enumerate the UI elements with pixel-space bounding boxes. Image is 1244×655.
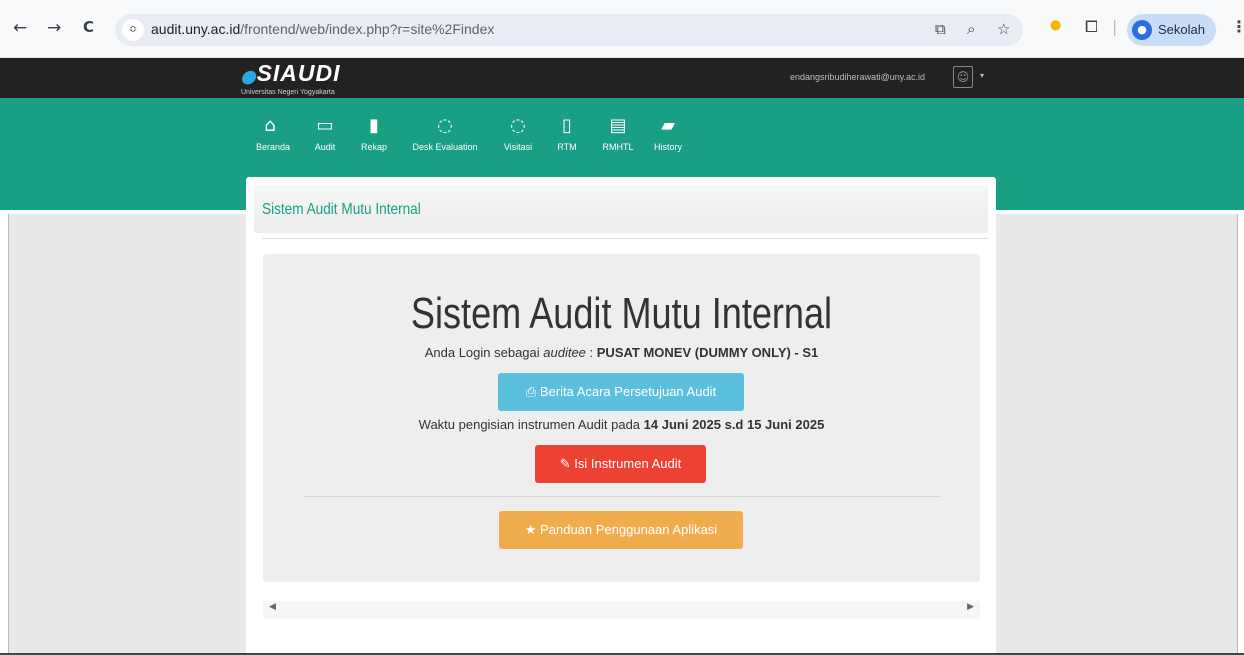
comment-icon: ◌ <box>437 115 453 136</box>
bookmark-star-icon[interactable]: ☆ <box>997 20 1010 38</box>
monitor-icon: ▭ <box>316 115 334 136</box>
jumbotron: Sistem Audit Mutu Internal Anda Login se… <box>263 254 980 582</box>
menu-item-desk-evaluation[interactable]: ◌ Desk Evaluation <box>409 115 481 153</box>
jumbotron-title: Sistem Audit Mutu Internal <box>410 289 833 338</box>
browser-toolbar: ← → C ≎ audit.uny.ac.id/frontend/web/ind… <box>0 0 1244 58</box>
url-path: /frontend/web/index.php?r=site%2Findex <box>240 21 495 37</box>
menu-item-history[interactable]: ▰ History <box>651 115 685 153</box>
profile-button[interactable]: ● Sekolah <box>1127 14 1216 46</box>
list-icon: ▤ <box>609 115 627 136</box>
address-bar[interactable]: ≎ audit.uny.ac.id/frontend/web/index.php… <box>115 14 1023 46</box>
folder-open-icon: ▰ <box>661 115 675 136</box>
berita-acara-label: Berita Acara Persetujuan Audit <box>539 384 717 399</box>
logo-subtitle: Universitas Negeri Yogyakarta <box>241 89 335 96</box>
waktu-prefix: Waktu pengisian instrumen Audit pada <box>418 417 644 432</box>
menu-label: Visitasi <box>503 142 533 152</box>
logo-mark: ⬤SIAUDI <box>241 62 341 88</box>
user-avatar-icon[interactable]: ☺ <box>953 66 973 88</box>
user-email[interactable]: endangsribudiherawati@uny.ac.id <box>790 72 925 82</box>
menu-item-rmhtl[interactable]: ▤ RMHTL <box>598 115 638 153</box>
login-unit: PUSAT MONEV (DUMMY ONLY) - S1 <box>596 345 819 360</box>
print-icon: ⎙ <box>525 384 537 399</box>
home-icon: ⌂ <box>264 115 276 136</box>
menu-label: RTM <box>557 142 577 152</box>
menu-label: Desk Evaluation <box>412 142 478 152</box>
menu-label: Audit <box>314 142 336 152</box>
menu-item-visitasi[interactable]: ◌ Visitasi <box>500 115 536 153</box>
extension-icon[interactable]: ⬤ <box>1050 20 1061 31</box>
menu-item-rtm[interactable]: ▯ RTM <box>555 115 579 153</box>
isi-instrumen-label: Isi Instrumen Audit <box>574 456 682 471</box>
reload-icon[interactable]: C <box>83 18 94 36</box>
menu-label: History <box>653 142 682 152</box>
pencil-icon: ✎ <box>559 456 571 471</box>
forward-icon[interactable]: → <box>47 18 61 38</box>
jumbotron-divider <box>303 496 941 497</box>
site-topbar: ⬤SIAUDI Universitas Negeri Yogyakarta en… <box>0 58 1244 98</box>
login-role: auditee <box>543 345 586 360</box>
isi-instrumen-button[interactable]: ✎ Isi Instrumen Audit <box>535 445 706 483</box>
scroll-left-icon[interactable]: ◀ <box>269 602 276 612</box>
star-icon: ★ <box>524 522 537 537</box>
panduan-button[interactable]: ★ Panduan Penggunaan Aplikasi <box>499 511 743 549</box>
login-prefix: Anda Login sebagai <box>424 345 544 360</box>
menu-item-rekap[interactable]: ▮ Rekap <box>360 115 388 153</box>
card-header-divider <box>262 238 988 239</box>
card-header: Sistem Audit Mutu Internal <box>254 185 988 239</box>
menu-label: Beranda <box>256 142 291 152</box>
logo-prefix-icon: ⬤ <box>241 69 257 84</box>
card-title: Sistem Audit Mutu Internal <box>262 201 421 218</box>
url-text[interactable]: audit.uny.ac.id/frontend/web/index.php?r… <box>151 21 494 37</box>
menu-item-beranda[interactable]: ⌂ Beranda <box>256 115 291 153</box>
file-outline-icon: ▯ <box>562 115 572 136</box>
translate-icon[interactable]: ⧉ <box>935 20 946 38</box>
browser-menu-icon[interactable]: ⋮ <box>1231 17 1244 36</box>
menu-label: Rekap <box>360 142 387 152</box>
scroll-right-icon[interactable]: ▶ <box>967 602 974 612</box>
siaudi-logo[interactable]: ⬤SIAUDI Universitas Negeri Yogyakarta <box>241 62 341 97</box>
site-info-icon[interactable]: ≎ <box>122 19 144 41</box>
waktu-info: Waktu pengisian instrumen Audit pada 14 … <box>263 417 980 432</box>
url-host: audit.uny.ac.id <box>151 21 241 37</box>
panduan-label: Panduan Penggunaan Aplikasi <box>540 522 718 537</box>
login-separator: : <box>585 345 597 360</box>
profile-name: Sekolah <box>1158 22 1205 37</box>
berita-acara-button[interactable]: ⎙ Berita Acara Persetujuan Audit <box>498 373 744 411</box>
user-dropdown-caret-icon[interactable]: ▾ <box>980 71 984 80</box>
comment-icon: ◌ <box>510 115 526 136</box>
menu-item-audit[interactable]: ▭ Audit <box>312 115 338 153</box>
zoom-icon[interactable]: ⌕ <box>967 20 975 38</box>
logo-text: SIAUDI <box>256 60 341 86</box>
login-info: Anda Login sebagai auditee : PUSAT MONEV… <box>263 345 980 360</box>
file-icon: ▮ <box>369 115 379 136</box>
extensions-puzzle-icon[interactable]: ⧠ <box>1085 17 1098 37</box>
profile-avatar-icon: ● <box>1132 20 1152 40</box>
horizontal-scrollbar[interactable]: ◀ ▶ <box>263 601 980 619</box>
waktu-range: 14 Juni 2025 s.d 15 Juni 2025 <box>643 417 825 432</box>
menu-label: RMHTL <box>602 142 634 152</box>
back-icon[interactable]: ← <box>13 18 27 38</box>
toolbar-divider: | <box>1112 17 1118 36</box>
main-card: Sistem Audit Mutu Internal Sistem Audit … <box>246 177 996 655</box>
